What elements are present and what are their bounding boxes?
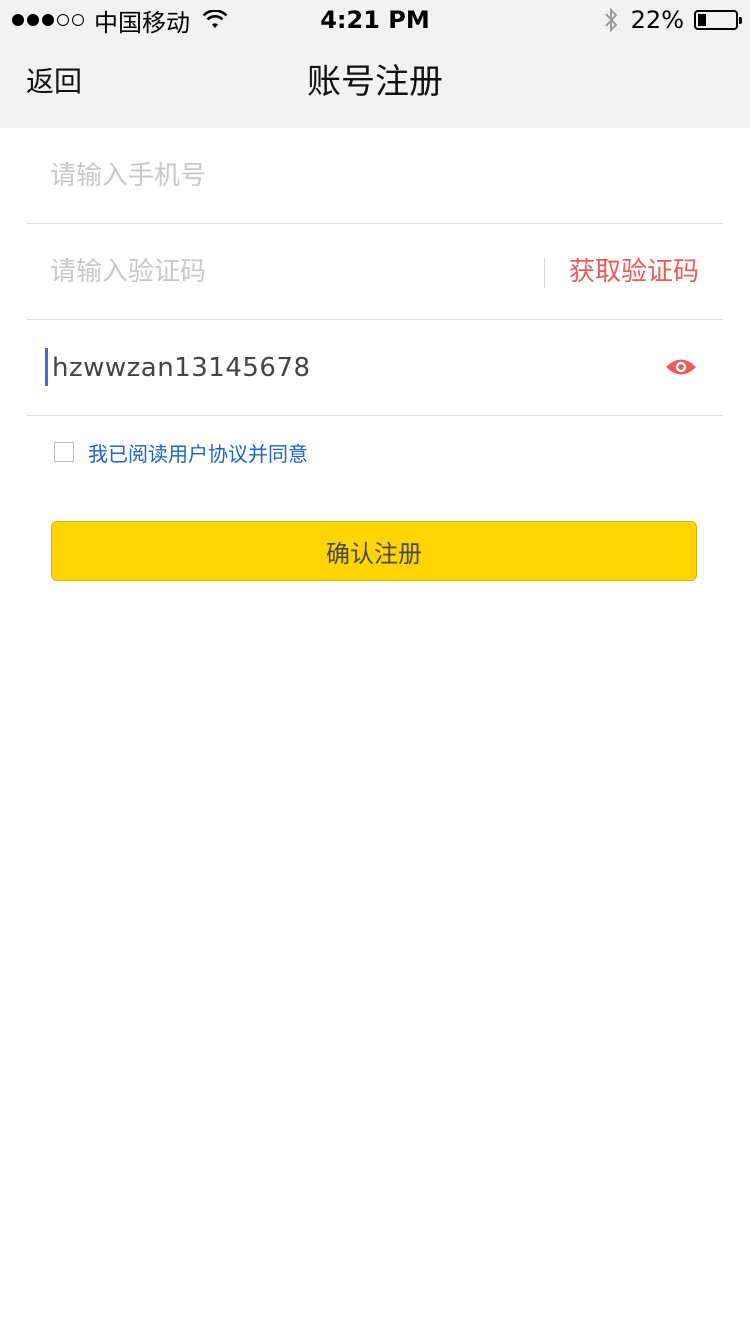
register-form: 获取验证码 hzwwzan13145678 我已阅读用户协议并同意 确认注册 [0, 128, 750, 581]
phone-row [26, 128, 723, 224]
battery-percent: 22% [630, 6, 684, 34]
code-input[interactable] [50, 224, 450, 320]
battery-icon [694, 10, 742, 30]
text-caret [45, 348, 48, 386]
phone-input[interactable] [50, 128, 530, 224]
get-code-button[interactable]: 获取验证码 [569, 252, 699, 292]
battery-fill [698, 14, 706, 26]
password-row[interactable]: hzwwzan13145678 [26, 320, 723, 416]
bluetooth-icon [604, 7, 618, 33]
agreement-link[interactable]: 我已阅读用户协议并同意 [88, 438, 308, 467]
page-title: 账号注册 [307, 62, 443, 102]
status-bar: 中国移动 4:21 PM 22% [0, 0, 750, 40]
status-right: 22% [601, 5, 742, 35]
code-divider [544, 258, 545, 288]
confirm-register-button[interactable]: 确认注册 [51, 521, 697, 581]
code-row: 获取验证码 [26, 224, 723, 320]
screen: 中国移动 4:21 PM 22% 返回 账号注册 请输入手机号 请输入验证码 获… [0, 0, 750, 1334]
agreement-checkbox[interactable] [54, 442, 74, 462]
agreement-row: 我已阅读用户协议并同意 [54, 432, 308, 472]
nav-bar: 返回 账号注册 [0, 40, 750, 128]
password-input[interactable]: hzwwzan13145678 [52, 348, 311, 388]
eye-icon[interactable] [665, 356, 697, 378]
